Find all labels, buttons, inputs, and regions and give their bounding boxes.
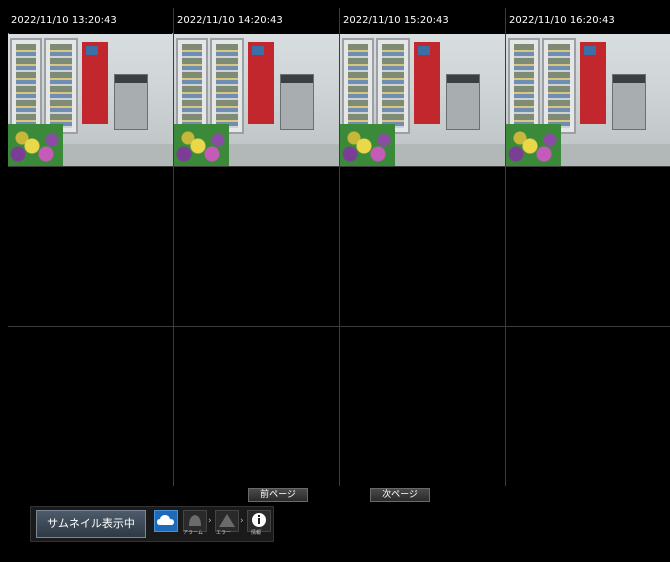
grid-divider bbox=[339, 8, 340, 486]
thumbnail-timestamp: 2022/11/10 14:20:43 bbox=[174, 8, 339, 33]
camera-thumbnail-image[interactable] bbox=[506, 34, 670, 166]
grid-divider bbox=[8, 166, 670, 167]
grid-divider bbox=[8, 326, 670, 327]
error-label: エラー bbox=[216, 530, 232, 536]
thumbnail-cell-3[interactable]: 2022/11/10 15:20:43 bbox=[340, 8, 505, 166]
thumbnail-timestamp: 2022/11/10 15:20:43 bbox=[340, 8, 505, 33]
grid-divider bbox=[173, 8, 174, 486]
camera-thumbnail-image[interactable] bbox=[174, 34, 339, 166]
weather-cloud-icon[interactable] bbox=[154, 510, 178, 532]
thumbnail-cell-2[interactable]: 2022/11/10 14:20:43 bbox=[174, 8, 339, 166]
thumbnail-cell-4[interactable]: 2022/11/10 16:20:43 bbox=[506, 8, 670, 166]
chevron-right-icon: › bbox=[208, 516, 212, 526]
chevron-right-icon: › bbox=[240, 516, 244, 526]
thumbnail-cell-1[interactable]: 2022/11/10 13:20:43 bbox=[8, 8, 173, 166]
alarm-label: アラーム bbox=[183, 530, 203, 536]
camera-thumbnail-image[interactable] bbox=[340, 34, 505, 166]
thumbnail-mode-button[interactable]: サムネイル表示中 bbox=[36, 510, 146, 538]
camera-thumbnail-image[interactable] bbox=[8, 34, 173, 166]
next-page-button[interactable]: 次ページ bbox=[370, 488, 430, 502]
info-label: 情報 bbox=[251, 530, 262, 536]
grid-divider bbox=[505, 8, 506, 486]
thumbnail-timestamp: 2022/11/10 13:20:43 bbox=[8, 8, 173, 33]
prev-page-button[interactable]: 前ページ bbox=[248, 488, 308, 502]
thumbnail-timestamp: 2022/11/10 16:20:43 bbox=[506, 8, 670, 33]
